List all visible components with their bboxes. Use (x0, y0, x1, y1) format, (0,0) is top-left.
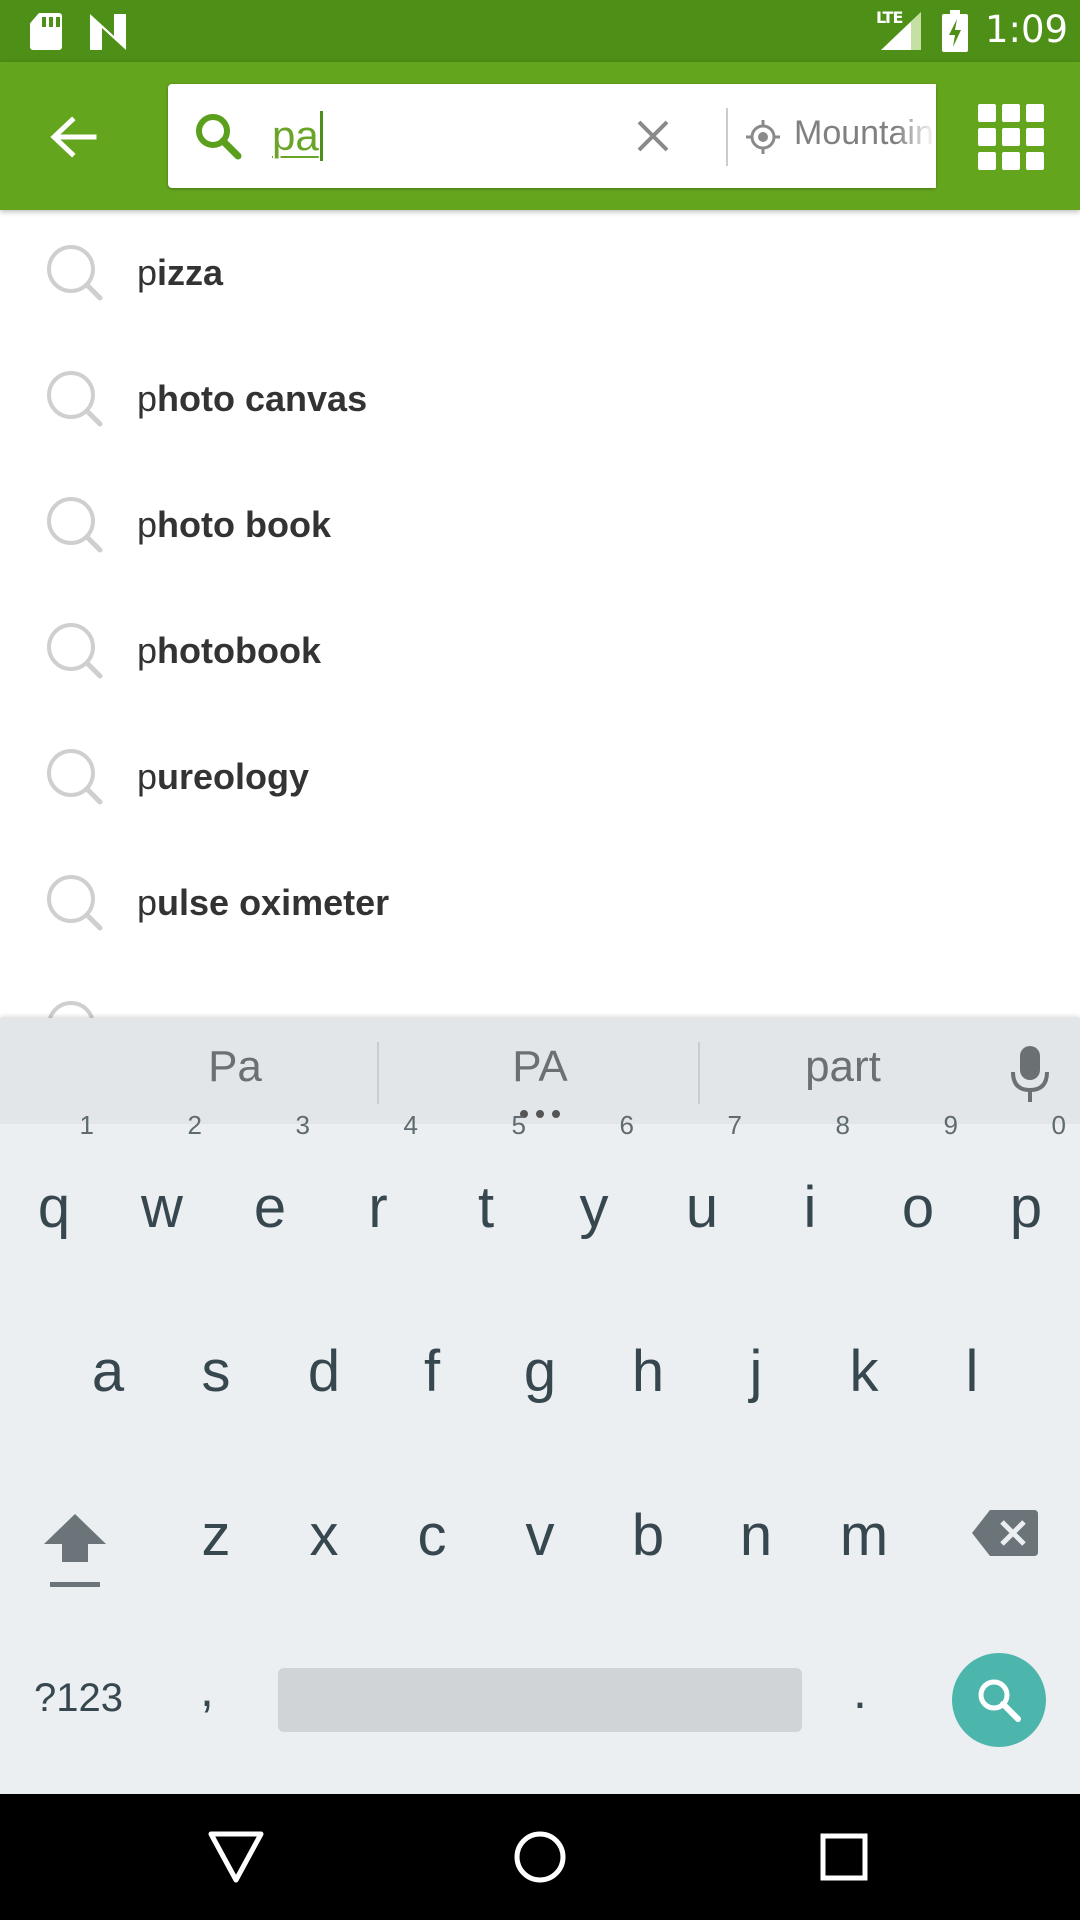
key-n[interactable]: n (702, 1476, 810, 1596)
home-circle-icon[interactable] (507, 1824, 573, 1890)
key-x[interactable]: x (270, 1476, 378, 1596)
key-g[interactable]: g (486, 1312, 594, 1432)
suggestion-text: photo canvas (137, 378, 368, 419)
n-notification-icon (90, 14, 126, 50)
search-icon (978, 1679, 1021, 1722)
suggestion-text: photobook (137, 630, 321, 671)
key-u[interactable]: u7 (648, 1112, 756, 1268)
search-icon (47, 371, 103, 427)
microphone-icon[interactable] (1010, 1046, 1050, 1102)
search-query-text: pa (272, 112, 319, 159)
suggestion-item[interactable]: pulse oximeter (0, 840, 1080, 966)
search-input[interactable]: pa (272, 110, 323, 164)
clock: 1:09 (985, 8, 1069, 51)
key-h[interactable]: h (594, 1312, 702, 1432)
key-e[interactable]: e3 (216, 1112, 324, 1268)
key-s[interactable]: s (162, 1312, 270, 1432)
more-suggestions-dots (520, 1110, 560, 1118)
network-type: LTE (876, 8, 903, 27)
word-suggestion[interactable]: part (758, 1042, 928, 1092)
suggestion-item[interactable]: photo canvas (0, 336, 1080, 462)
suggestion-separator (377, 1042, 379, 1104)
backspace-icon[interactable] (972, 1510, 1038, 1556)
key-k[interactable]: k (810, 1312, 918, 1432)
space-bar[interactable] (278, 1668, 802, 1732)
key-q[interactable]: q1 (0, 1112, 108, 1268)
shift-icon[interactable] (40, 1510, 110, 1590)
suggestion-list: pizza photo canvas photo book photobook … (0, 210, 1080, 1018)
back-triangle-icon[interactable] (203, 1824, 269, 1890)
key-a[interactable]: a (54, 1312, 162, 1432)
location-target-icon (746, 120, 780, 154)
word-suggestion[interactable]: Pa (150, 1042, 320, 1092)
key-i[interactable]: i8 (756, 1112, 864, 1268)
suggestion-item[interactable]: pizza (0, 210, 1080, 336)
key-r[interactable]: r4 (324, 1112, 432, 1268)
key-w[interactable]: w2 (108, 1112, 216, 1268)
location-field[interactable]: Mountain (738, 84, 936, 188)
suggestion-text: pizza (137, 252, 224, 293)
suggestion-text: pureology (137, 756, 310, 797)
recents-square-icon[interactable] (811, 1824, 877, 1890)
suggestion-item-partial[interactable] (0, 966, 1080, 1018)
clear-search-button[interactable] (623, 106, 683, 166)
search-divider (726, 108, 728, 166)
comma-key[interactable]: , (200, 1660, 214, 1718)
search-icon (196, 114, 242, 160)
key-t[interactable]: t5 (432, 1112, 540, 1268)
arrow-back-icon (50, 116, 97, 158)
search-icon (48, 1001, 94, 1018)
search-icon (47, 623, 103, 679)
suggestion-separator (698, 1042, 700, 1104)
navigation-bar (0, 1794, 1080, 1920)
suggestion-item[interactable]: pureology (0, 714, 1080, 840)
status-bar: LTE 1:09 (0, 0, 1080, 62)
key-p[interactable]: p0 (972, 1112, 1080, 1268)
sd-card-icon (30, 13, 62, 50)
symbols-key[interactable]: ?123 (34, 1676, 123, 1721)
search-icon (47, 875, 103, 931)
search-icon (47, 245, 103, 301)
key-v[interactable]: v (486, 1476, 594, 1596)
search-bar[interactable]: pa Mountain (168, 84, 936, 188)
search-icon (47, 749, 103, 805)
text-cursor (319, 110, 323, 161)
key-j[interactable]: j (702, 1312, 810, 1432)
key-b[interactable]: b (594, 1476, 702, 1596)
key-y[interactable]: y6 (540, 1112, 648, 1268)
period-key[interactable]: . (853, 1662, 867, 1720)
location-fade (896, 84, 936, 188)
grid-menu-button[interactable] (970, 98, 1046, 174)
key-f[interactable]: f (378, 1312, 486, 1432)
key-l[interactable]: l (918, 1312, 1026, 1432)
word-suggestion[interactable]: PA (455, 1042, 625, 1092)
suggestion-item[interactable]: photo book (0, 462, 1080, 588)
app-toolbar: pa Mountain (0, 62, 1080, 210)
key-o[interactable]: o9 (864, 1112, 972, 1268)
keyboard-search-button[interactable] (952, 1653, 1046, 1747)
key-z[interactable]: z (162, 1476, 270, 1596)
search-icon (47, 497, 103, 553)
suggestion-item[interactable]: photobook (0, 588, 1080, 714)
battery-charging-icon (942, 10, 968, 52)
suggestion-text: photo book (137, 504, 331, 545)
key-m[interactable]: m (810, 1476, 918, 1596)
close-icon (637, 120, 669, 152)
key-d[interactable]: d (270, 1312, 378, 1432)
keyboard-suggestion-strip: Pa PA part (0, 1018, 1080, 1124)
key-c[interactable]: c (378, 1476, 486, 1596)
back-button[interactable] (28, 92, 118, 182)
suggestion-text: pulse oximeter (137, 882, 390, 923)
